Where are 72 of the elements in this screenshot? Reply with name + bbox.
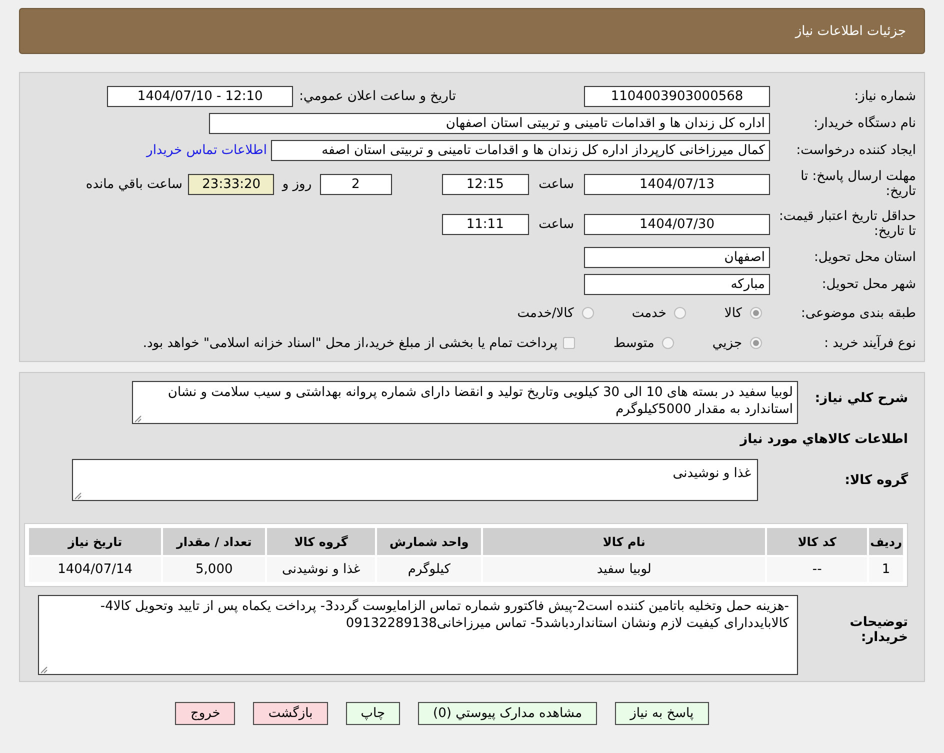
description-field[interactable]: لوبیا سفید در بسته های 10 الی 30 کیلویی وتاریخ تولید و انقضا دارای شماره پروانه بهداشتی و سیب سلامت و نشان استاندارد به مقدار 5000کیلوگرم bbox=[132, 381, 798, 424]
column-header: ردیف bbox=[869, 528, 903, 555]
field-label: ساعت bbox=[538, 216, 574, 232]
action-button[interactable]: چاپ bbox=[346, 702, 400, 725]
radio-label: کالا/خدمت bbox=[517, 306, 574, 320]
text-field[interactable]: 11:11 bbox=[442, 214, 529, 234]
radio-label: متوسط bbox=[613, 336, 654, 350]
text-field[interactable]: 1404/07/30 bbox=[584, 214, 770, 234]
goods-group-field[interactable]: غذا و نوشیدنی bbox=[72, 459, 758, 501]
area-text: لوبیا سفید در بسته های 10 الی 30 کیلویی وتاریخ تولید و انقضا دارای شماره پروانه بهداشتی و سیب سلامت و نشان استاندارد به مقدار 5000کیلوگرم bbox=[168, 385, 793, 417]
text-field[interactable]: 1404/07/13 bbox=[584, 174, 770, 194]
table-cell: 1 bbox=[869, 557, 903, 582]
table-cell: -- bbox=[767, 557, 868, 582]
text-field[interactable]: 1104003903000568 bbox=[584, 86, 770, 107]
radio-button[interactable] bbox=[750, 337, 762, 349]
field-label: نام دستگاه خریدار: bbox=[812, 116, 917, 131]
field-label: استان محل تحویل: bbox=[813, 250, 917, 265]
field-label: روز و bbox=[282, 176, 312, 192]
text-field[interactable]: 2 bbox=[320, 174, 392, 194]
checkbox[interactable] bbox=[563, 337, 576, 349]
field-label: شهر محل تحویل: bbox=[820, 277, 917, 292]
text-field[interactable]: 1404/07/10 - 12:10 bbox=[107, 86, 294, 107]
text-field[interactable]: کمال میرزاخانی کارپرداز اداره کل زندان ها و اقدامات تامینی و تربیتی استان اصفه bbox=[271, 140, 770, 161]
text-field[interactable]: اصفهان bbox=[584, 247, 770, 268]
radio-button[interactable] bbox=[674, 307, 686, 319]
checkbox-label: پرداخت تمام یا بخشی از مبلغ خرید،از محل "اسناد خزانه اسلامی" خواهد بود. bbox=[142, 336, 558, 350]
text-field[interactable]: مبارکه bbox=[584, 274, 770, 295]
action-button[interactable]: پاسخ به نیاز bbox=[615, 702, 709, 725]
area-text: -هزینه حمل وتخلیه باتامین کننده است2-پیش فاکتورو شماره تماس الزامایوست گردد3- پرداخت یکماه پس از تایید وتحویل کالا4-کالابایددارای کیفیت لازم ونشان استانداردباشد5- تماس میرزاخانی09132289138 bbox=[100, 599, 789, 631]
text-field[interactable]: اداره کل زندان ها و اقدامات تامینی و تربیتی استان اصفهان bbox=[209, 113, 770, 134]
radio-label: جزيي bbox=[712, 336, 742, 350]
radio-button[interactable] bbox=[750, 307, 762, 319]
action-button[interactable]: مشاهده مدارک پیوستي (0) bbox=[418, 702, 598, 725]
table-cell: 1404/07/14 bbox=[29, 557, 162, 582]
field-label: شرح کلي نیاز: bbox=[814, 390, 908, 406]
column-header: نام کالا bbox=[483, 528, 766, 555]
radio-button[interactable] bbox=[582, 307, 594, 319]
field-label: ساعت bbox=[538, 176, 574, 192]
table-cell: غذا و نوشیدنی bbox=[267, 557, 376, 582]
radio-label: خدمت bbox=[632, 306, 666, 320]
column-header: تاریخ نیاز bbox=[29, 528, 162, 555]
field-label: گروه کالا: bbox=[844, 471, 908, 488]
action-button[interactable]: خروج bbox=[175, 702, 236, 725]
field-label: شماره نیاز: bbox=[853, 89, 917, 104]
field-label: تاریخ و ساعت اعلان عمومي: bbox=[299, 89, 456, 104]
column-header: تعداد / مقدار bbox=[163, 528, 266, 555]
table-cell: 5,000 bbox=[163, 557, 266, 582]
column-header: واحد شمارش bbox=[377, 528, 482, 555]
resize-grip-icon[interactable] bbox=[40, 666, 48, 674]
table-cell: لوبیا سفید bbox=[483, 557, 766, 582]
field-label: طبقه بندی موضوعی: bbox=[800, 306, 917, 320]
field-label: توضیحات خریدار: bbox=[848, 614, 908, 645]
notes-field[interactable]: -هزینه حمل وتخلیه باتامین کننده است2-پیش فاکتورو شماره تماس الزامایوست گردد3- پرداخت یکماه پس از تایید وتحویل کالا4-کالابایددارای کیفیت لازم ونشان استانداردباشد5- تماس میرزاخانی09132289138 bbox=[38, 595, 798, 675]
action-button[interactable]: بازگشت bbox=[253, 702, 328, 725]
countdown-field[interactable]: 23:33:20 bbox=[188, 174, 274, 194]
resize-grip-icon[interactable] bbox=[134, 415, 142, 423]
field-label: حداقل تاریخ اعتبار قیمت: تا تاریخ: bbox=[778, 209, 917, 239]
column-header: گروه کالا bbox=[267, 528, 376, 555]
text-field[interactable]: 12:15 bbox=[442, 174, 529, 194]
contact-link[interactable]: اطلاعات تماس خریدار bbox=[146, 143, 267, 158]
field-label: ساعت باقي مانده bbox=[86, 176, 182, 192]
area-text: غذا و نوشیدنی bbox=[672, 466, 751, 481]
field-label: نوع فرآیند خرید : bbox=[823, 336, 917, 350]
section-heading: اطلاعات کالاهاي مورد نیاز bbox=[738, 432, 908, 447]
radio-label: کالا bbox=[724, 306, 742, 320]
resize-grip-icon[interactable] bbox=[74, 492, 82, 500]
page-title: جزئیات اطلاعات نیاز bbox=[795, 24, 906, 38]
field-label: مهلت ارسال پاسخ: تا تاریخ: bbox=[800, 169, 917, 199]
field-label: ایجاد کننده درخواست: bbox=[795, 143, 917, 158]
table-cell: کیلوگرم bbox=[377, 557, 482, 582]
column-header: کد کالا bbox=[767, 528, 868, 555]
radio-button[interactable] bbox=[662, 337, 674, 349]
